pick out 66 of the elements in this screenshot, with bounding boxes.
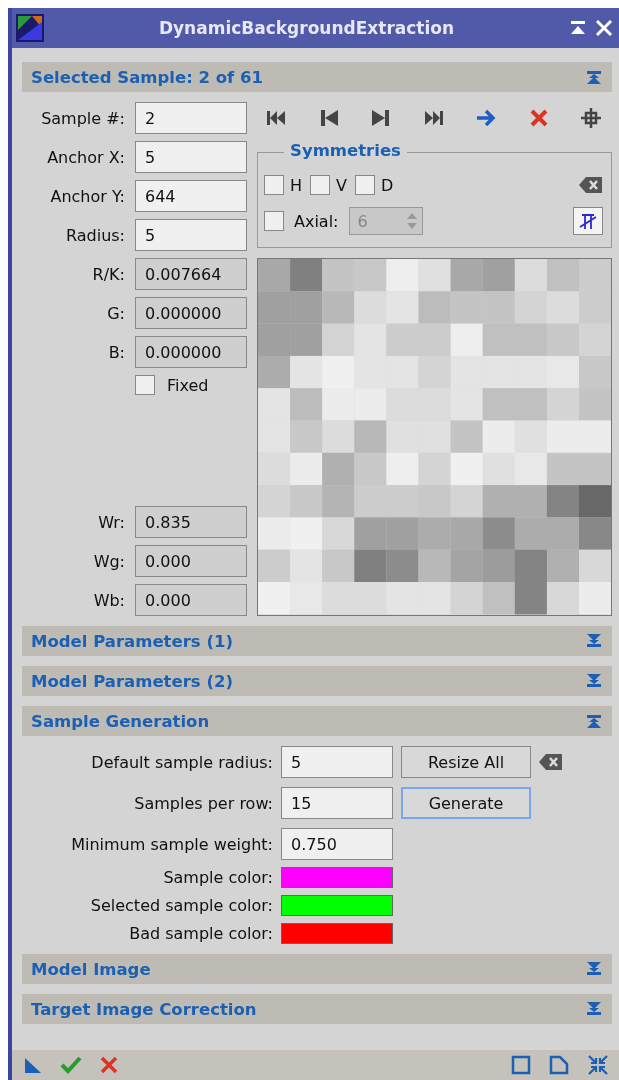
checkbox-label: Fixed: [167, 375, 209, 395]
checkbox[interactable]: [310, 175, 331, 195]
clear-icon[interactable]: [579, 176, 603, 194]
checkbox-label: V: [336, 175, 347, 195]
input-field[interactable]: 5: [135, 219, 247, 251]
expand-icon[interactable]: [586, 1001, 602, 1017]
field-label: R/K:: [91, 264, 125, 284]
next-icon[interactable]: [370, 107, 392, 129]
triangle-icon[interactable]: [24, 1056, 42, 1074]
expand-icon[interactable]: [586, 673, 602, 689]
color-swatch[interactable]: [281, 923, 393, 944]
color-swatch[interactable]: [281, 867, 393, 888]
shade-icon[interactable]: [569, 19, 587, 37]
field-label: Anchor X:: [46, 147, 125, 167]
checkbox-label: H: [290, 175, 303, 195]
arrow-right-icon[interactable]: [475, 107, 497, 129]
field-label: B:: [107, 342, 125, 362]
color-swatch[interactable]: [281, 895, 393, 916]
field-label: Anchor Y:: [49, 186, 125, 206]
field-label: Sample color:: [162, 868, 273, 887]
document-icon[interactable]: [549, 1055, 569, 1075]
axis-icon[interactable]: [573, 207, 603, 235]
action-button[interactable]: Generate: [401, 787, 531, 819]
input-field[interactable]: 5: [281, 746, 393, 778]
checkmark-icon[interactable]: [60, 1056, 82, 1074]
crosshair-icon[interactable]: [580, 107, 602, 129]
field-label: Sample #:: [40, 108, 125, 128]
readout-field: 0.007664: [135, 258, 247, 290]
expand-icon[interactable]: [586, 633, 602, 649]
readout-field: 0.000000: [135, 297, 247, 329]
expand-icon[interactable]: [586, 961, 602, 977]
group-title: Symmetries: [284, 141, 407, 160]
readout-field: 0.000: [135, 545, 247, 577]
square-icon[interactable]: [511, 1055, 531, 1075]
input-field[interactable]: 15: [281, 787, 393, 819]
field-label: G:: [106, 303, 125, 323]
field-label: Selected sample color:: [89, 896, 273, 915]
checkbox[interactable]: [355, 175, 375, 195]
cancel-icon[interactable]: [100, 1056, 118, 1074]
checkbox-label: D: [381, 175, 394, 195]
collapse-icon[interactable]: [586, 713, 602, 729]
field-label: Default sample radius:: [90, 752, 273, 772]
readout-field: 0.000: [135, 584, 247, 616]
field-label: Radius:: [64, 225, 125, 245]
action-button[interactable]: Resize All: [401, 746, 531, 778]
readout-field: 0.835: [135, 506, 247, 538]
window-title: DynamicBackgroundExtraction: [157, 18, 456, 38]
compress-icon[interactable]: [587, 1054, 609, 1076]
field-label: Wb:: [92, 590, 125, 610]
field-label: Bad sample color:: [128, 924, 273, 943]
input-field[interactable]: 644: [135, 180, 247, 212]
collapse-icon[interactable]: [586, 69, 602, 85]
checkbox-label: Axial:: [294, 211, 339, 231]
input-field[interactable]: 0.750: [281, 828, 393, 860]
input-field[interactable]: 2: [135, 102, 247, 134]
checkbox[interactable]: [135, 375, 155, 395]
close-icon[interactable]: [595, 19, 613, 37]
readout-field: 0.000000: [135, 336, 247, 368]
field-label: Minimum sample weight:: [70, 834, 273, 854]
input-field[interactable]: 5: [135, 141, 247, 173]
app-icon: [16, 14, 44, 42]
checkbox[interactable]: [264, 175, 284, 195]
field-label: Samples per row:: [133, 793, 273, 813]
field-label: Wr:: [97, 512, 125, 532]
field-label: Wg:: [92, 551, 125, 571]
clear-icon[interactable]: [539, 753, 563, 771]
